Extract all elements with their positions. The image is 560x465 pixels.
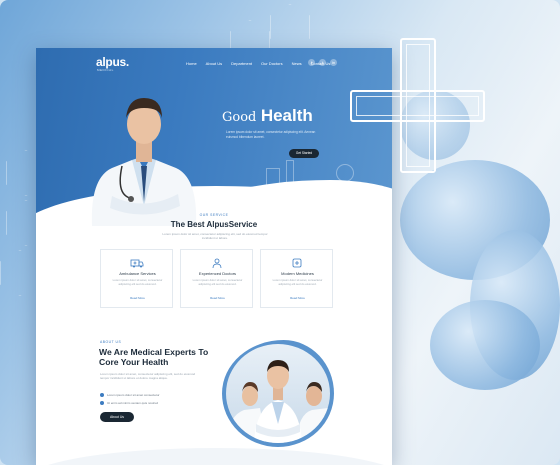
service-card[interactable]: Modern Medicines Lorem ipsum dolor sit a… [260, 249, 333, 308]
hero-section: alpus. MEDICAL Home About Us Department … [36, 48, 392, 266]
service-card-text: Lorem ipsum dolor sit amet, consectetur … [272, 278, 323, 286]
hero-title-light: Good [222, 110, 257, 125]
check-icon [100, 393, 104, 398]
service-card[interactable]: Experienced Doctors Lorem ipsum dolor si… [180, 249, 253, 308]
hexagon-decoration [270, 4, 310, 50]
services-title: The Best AlpusService [170, 220, 258, 229]
check-item: Lorem ipsum dolor sit amet consectetur [100, 393, 200, 398]
facebook-icon[interactable]: f [308, 59, 315, 66]
linkedin-icon[interactable]: in [330, 59, 337, 66]
hero-text: Lorem ipsum dolor sit amet, consectetur … [226, 130, 316, 139]
nav-about-us[interactable]: About Us [206, 61, 222, 66]
doctor-icon [212, 258, 222, 268]
check-item-text: Ut enim ad minim veniam quis nostrud [107, 401, 159, 405]
team-photo [222, 340, 334, 447]
website-preview: alpus. MEDICAL Home About Us Department … [36, 48, 392, 465]
nav-department[interactable]: Department [231, 61, 252, 66]
service-card[interactable]: Ambulance Services Lorem ipsum dolor sit… [100, 249, 173, 308]
glove-shape [430, 300, 540, 390]
team-photo-inner [226, 344, 330, 443]
about-text: Lorem ipsum dolor sit amet, consectetur … [100, 372, 196, 380]
services-kicker: OUR SERVICE [199, 213, 229, 217]
about-us-button[interactable]: About Us [100, 412, 134, 422]
check-item: Ut enim ad minim veniam quis nostrud [100, 401, 200, 406]
service-card-title: Ambulance Services [119, 271, 156, 276]
check-icon [100, 401, 104, 406]
hexagon-decoration [0, 250, 40, 296]
footer-wave [36, 448, 392, 465]
medical-cross-outline [350, 38, 485, 173]
service-card-text: Lorem ipsum dolor sit amet, consectetur … [192, 278, 243, 286]
nav-our-doctors[interactable]: Our Doctors [261, 61, 283, 66]
team-doctors-image [226, 360, 330, 443]
nav-news[interactable]: News [292, 61, 302, 66]
service-card-title: Experienced Doctors [198, 271, 237, 276]
medicine-icon [292, 258, 302, 268]
services-text: Lorem ipsum dolor sit amet, consectetur … [162, 232, 268, 240]
service-card-title: Modern Medicines [281, 271, 314, 276]
check-item-text: Lorem ipsum dolor sit amet consectetur [107, 393, 160, 397]
get-started-button[interactable]: Get Started [289, 149, 319, 158]
twitter-icon[interactable]: t [319, 59, 326, 66]
social-links: f t in [308, 59, 337, 66]
read-more-link[interactable]: Read More [261, 296, 334, 300]
cross-inner-horizontal [356, 96, 479, 116]
service-card-text: Lorem ipsum dolor sit amet, consectetur … [112, 278, 163, 286]
doctor-image [91, 98, 197, 226]
read-more-link[interactable]: Read More [181, 296, 254, 300]
read-more-link[interactable]: Read More [101, 296, 174, 300]
about-kicker: ABOUT US [100, 340, 122, 344]
about-title: We Are Medical Experts To Core Your Heal… [99, 347, 209, 367]
hero-title-bold: Health [260, 106, 313, 125]
ambulance-icon [130, 259, 144, 268]
hero-title: Good Health [222, 106, 313, 126]
